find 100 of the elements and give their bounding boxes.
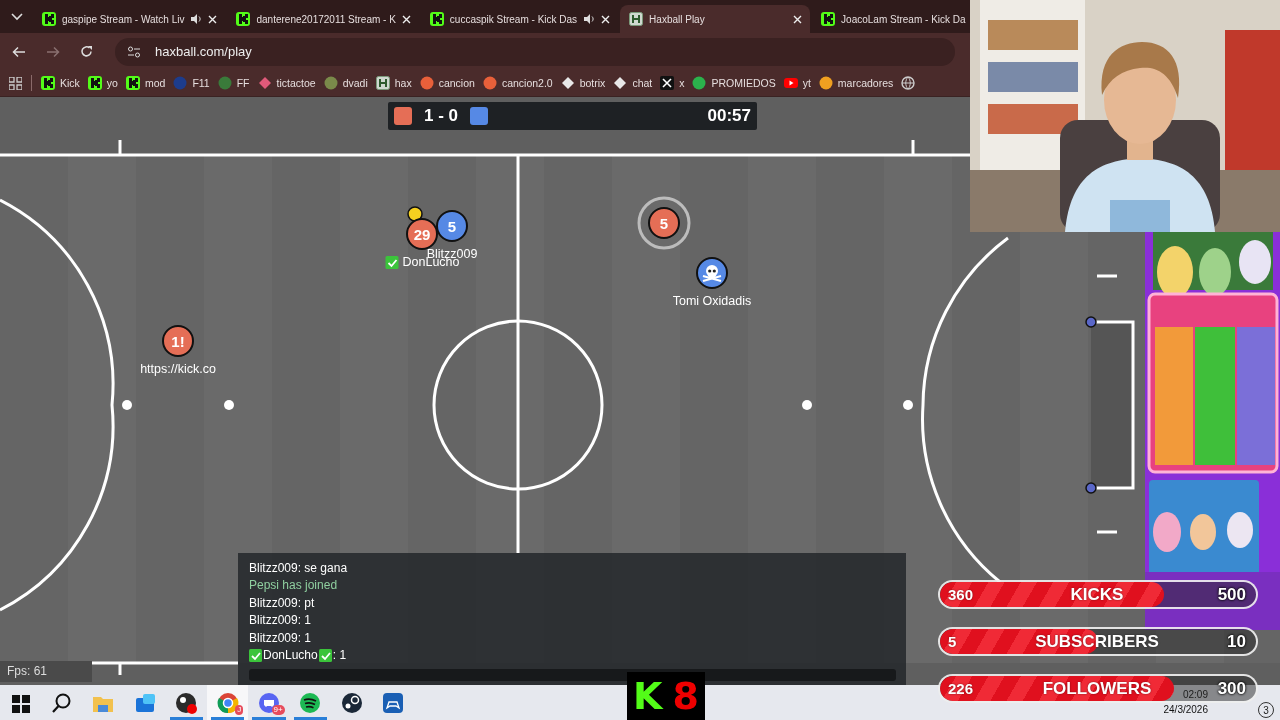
globe-icon[interactable] xyxy=(901,76,916,90)
chat-message: : 1 xyxy=(332,648,347,663)
score: 1 - 0 xyxy=(424,106,459,126)
match-time: 00:57 xyxy=(707,106,751,126)
kick-logo-icon xyxy=(429,12,444,26)
field-dot xyxy=(903,400,913,410)
taskbar-app[interactable]: J xyxy=(206,685,249,720)
field-dot xyxy=(122,400,132,410)
site-icon xyxy=(692,76,707,90)
discord-icon xyxy=(257,690,282,715)
chat-message: Blitzz009: 1 xyxy=(249,612,313,629)
bookmark[interactable]: cancion2.0 xyxy=(482,76,553,90)
haxball-icon xyxy=(629,12,644,26)
gamepad-icon xyxy=(381,690,406,715)
bookmark[interactable]: yt xyxy=(783,76,811,90)
goal-target: 10 xyxy=(1227,631,1246,652)
diamond-icon xyxy=(613,76,628,90)
team-marker xyxy=(394,107,412,125)
goal-target: 500 xyxy=(1217,584,1246,605)
kick-logo-icon xyxy=(821,12,836,26)
fps-counter: Fps: 61 xyxy=(0,661,92,682)
boundary-tick xyxy=(911,140,915,155)
close-icon[interactable] xyxy=(208,14,218,24)
kick-logo-icon xyxy=(87,76,102,90)
check-icon xyxy=(318,648,332,662)
site-icon xyxy=(323,76,338,90)
browser-tab[interactable]: gaspipe Stream - Watch Liv xyxy=(33,5,226,33)
player-disc: 29 xyxy=(406,218,438,250)
field-dot xyxy=(802,400,812,410)
bookmark[interactable]: yo xyxy=(87,76,118,90)
diamond-icon xyxy=(257,76,272,90)
bookmark[interactable]: hax xyxy=(375,76,412,90)
player-name: https://kick.co xyxy=(140,362,216,376)
bookmark[interactable]: Kick xyxy=(41,76,80,90)
steam-icon xyxy=(339,690,364,715)
bookmark[interactable]: x xyxy=(660,76,685,90)
goal-count: 5 xyxy=(948,633,957,650)
dropdown-icon[interactable] xyxy=(11,12,23,21)
site-icon xyxy=(173,76,188,90)
reload-icon[interactable] xyxy=(80,45,93,58)
team-marker xyxy=(470,107,489,125)
bookmark[interactable]: marcadores xyxy=(818,76,894,90)
running-indicator xyxy=(252,717,286,720)
browser-tab[interactable]: cuccaspik Stream - Kick Das xyxy=(420,5,619,33)
browser-tab[interactable]: Haxball Play xyxy=(620,5,811,33)
app-badge: 9+ xyxy=(271,705,285,715)
goal-count: 226 xyxy=(948,680,974,697)
chat-notice: Pepsi has joined xyxy=(249,577,339,594)
app-badge: J xyxy=(235,705,244,715)
close-icon[interactable] xyxy=(793,14,803,24)
site-icon xyxy=(217,76,232,90)
player-disc: 1! xyxy=(162,325,194,357)
chat-message: Blitzz009: se gana xyxy=(249,559,349,577)
chat-message: Blitzz009: 1 xyxy=(249,629,313,647)
diamond-icon xyxy=(560,76,575,90)
close-icon[interactable] xyxy=(401,14,411,24)
site-icon xyxy=(482,76,497,90)
bookmark[interactable]: tictactoe xyxy=(257,76,316,90)
haxball-icon xyxy=(375,76,390,90)
forward-icon[interactable] xyxy=(46,45,60,58)
running-indicator xyxy=(210,717,245,720)
browser-tab[interactable]: JoacoLam Stream - Kick Da xyxy=(812,5,966,33)
spotify-icon xyxy=(298,690,323,715)
bookmark[interactable]: FF xyxy=(217,76,250,90)
address-field[interactable]: haxball.com/play xyxy=(115,37,955,66)
bookmark[interactable]: botrix xyxy=(560,76,606,90)
tune-icon xyxy=(127,45,141,58)
back-icon[interactable] xyxy=(12,45,26,58)
clock-time: 02:09 xyxy=(1182,688,1208,702)
bookmark[interactable]: chat xyxy=(613,76,653,90)
player-disc: 5 xyxy=(648,207,680,239)
goal-count: 360 xyxy=(948,586,974,603)
kick-logo-icon xyxy=(42,12,56,26)
play-icon xyxy=(783,76,798,90)
check-icon xyxy=(249,648,262,662)
stream-logo: K 8 xyxy=(627,672,705,720)
chat-message: Blitzz009: pt xyxy=(249,594,316,612)
field-dot xyxy=(224,400,234,410)
bookmark[interactable]: F11 xyxy=(173,76,210,90)
skull-icon xyxy=(702,265,722,282)
apps-grid-icon[interactable] xyxy=(9,76,22,90)
browser-tab[interactable]: danterene20172011 Stream - K xyxy=(227,5,419,33)
bookmark[interactable]: cancion xyxy=(419,76,475,90)
running-indicator xyxy=(293,717,328,720)
boundary-tick xyxy=(118,140,122,155)
x-logo-icon xyxy=(660,76,675,90)
site-icon xyxy=(419,76,434,90)
kick-logo-icon xyxy=(236,12,251,26)
goal-label: FOLLOWERS xyxy=(1042,678,1152,699)
chat-author: DonLucho xyxy=(263,648,318,663)
player-disc: 5 xyxy=(436,210,468,242)
bookmark[interactable]: PROMIEDOS xyxy=(692,76,776,90)
record-icon xyxy=(174,690,199,715)
chrome-icon xyxy=(215,690,240,715)
chat-input[interactable] xyxy=(249,669,896,681)
bookmark[interactable]: mod xyxy=(125,76,166,90)
bookmark[interactable]: dvadi xyxy=(323,76,368,90)
close-icon[interactable] xyxy=(601,14,611,24)
taskbar-app[interactable]: 9+ xyxy=(248,685,290,720)
clock-date: 24/3/2026 xyxy=(1163,703,1208,717)
